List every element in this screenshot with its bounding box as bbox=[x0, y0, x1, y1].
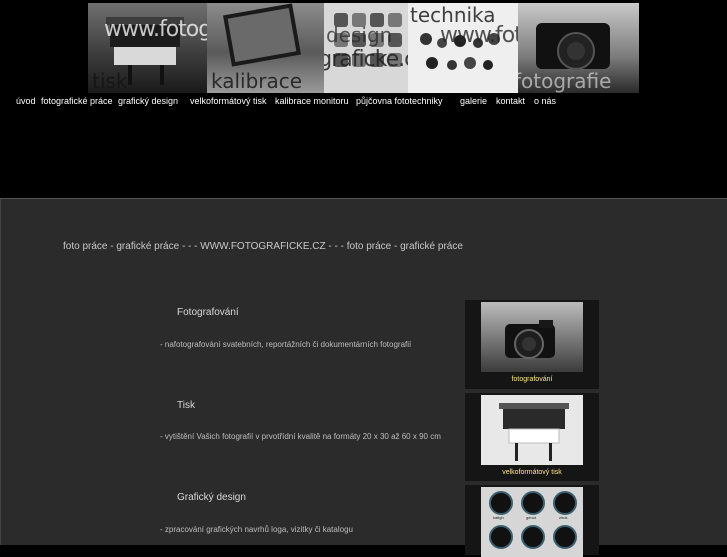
section-text-graficky-design: - zpracování grafických navrhů loga, viz… bbox=[160, 525, 353, 534]
thumb-fotografovani[interactable]: fotografování bbox=[465, 300, 599, 389]
banner-label-kalibrace: kalibrace bbox=[211, 69, 303, 93]
nav-kontakt[interactable]: kontakt bbox=[496, 96, 525, 106]
banner-calibration-panel: kalibrace bbox=[207, 3, 324, 93]
camera-thumbnail-image bbox=[481, 302, 583, 372]
page-headline: foto práce - grafické práce - - - WWW.FO… bbox=[63, 241, 463, 252]
printer-thumbnail-image bbox=[481, 395, 583, 465]
section-text-tisk: - vytištění Vašich fotografií v prvotříd… bbox=[160, 432, 441, 441]
design-thumbnail-image: kafigh genot zhuk bbox=[481, 487, 583, 557]
design-icon-label: kafigh bbox=[493, 515, 504, 520]
nav-pujcovna-fototechniky[interactable]: půjčovna fototechniky bbox=[356, 96, 443, 106]
banner-watermark: www.fotograficke.cz bbox=[324, 47, 408, 72]
nav-fotograficke-prace[interactable]: fotografické práce bbox=[41, 96, 113, 106]
banner-label-design: design bbox=[326, 23, 393, 47]
thumb-velkoformatovy-tisk[interactable]: velkoformátový tisk bbox=[465, 393, 599, 481]
content-panel: foto práce - grafické práce - - - WWW.FO… bbox=[0, 198, 727, 557]
section-title-tisk: Tisk bbox=[177, 400, 195, 411]
section-title-graficky-design: Grafický design bbox=[177, 492, 246, 503]
section-title-fotografovani: Fotografování bbox=[177, 307, 239, 318]
design-circle-icon bbox=[489, 525, 513, 549]
design-icon-label: zhuk bbox=[559, 515, 568, 520]
design-circle-icon bbox=[521, 525, 545, 549]
design-circle-icon bbox=[553, 525, 577, 549]
caption-fotografovani: fotografování bbox=[511, 376, 553, 383]
banner-design-panel: design www.fotograficke.cz bbox=[324, 3, 408, 93]
banner-watermark: www.fotograficke.cz bbox=[104, 17, 207, 42]
header-banner: www.fotograficke.cz tisk kalibrace desig… bbox=[88, 3, 639, 93]
banner-technika-panel: technika www.fotograficke.cz bbox=[408, 3, 518, 93]
design-icon-label: genot bbox=[526, 515, 537, 520]
nav-galerie[interactable]: galerie bbox=[460, 96, 487, 106]
design-circle-icon bbox=[489, 491, 513, 515]
banner-printer-panel: www.fotograficke.cz tisk bbox=[88, 3, 207, 93]
section-text-fotografovani: - nafotografování svatebních, reportážní… bbox=[160, 340, 412, 349]
banner-camera-panel: fotografie bbox=[518, 3, 639, 93]
nav-kalibrace-monitoru[interactable]: kalibrace monitoru bbox=[275, 96, 349, 106]
design-circle-icon bbox=[553, 491, 577, 515]
nav-graficky-design[interactable]: grafický design bbox=[118, 96, 178, 106]
banner-label-tisk: tisk bbox=[92, 69, 128, 93]
nav-uvod[interactable]: úvod bbox=[16, 96, 36, 106]
design-circle-icon bbox=[521, 491, 545, 515]
banner-label-fotografie: fotografie bbox=[518, 69, 612, 93]
nav-o-nas[interactable]: o nás bbox=[534, 96, 556, 106]
banner-watermark: www.fotograficke.cz bbox=[440, 23, 518, 48]
nav-velkoformatovy-tisk[interactable]: velkoformátový tisk bbox=[190, 96, 267, 106]
caption-velkoformatovy-tisk: velkoformátový tisk bbox=[502, 469, 562, 476]
